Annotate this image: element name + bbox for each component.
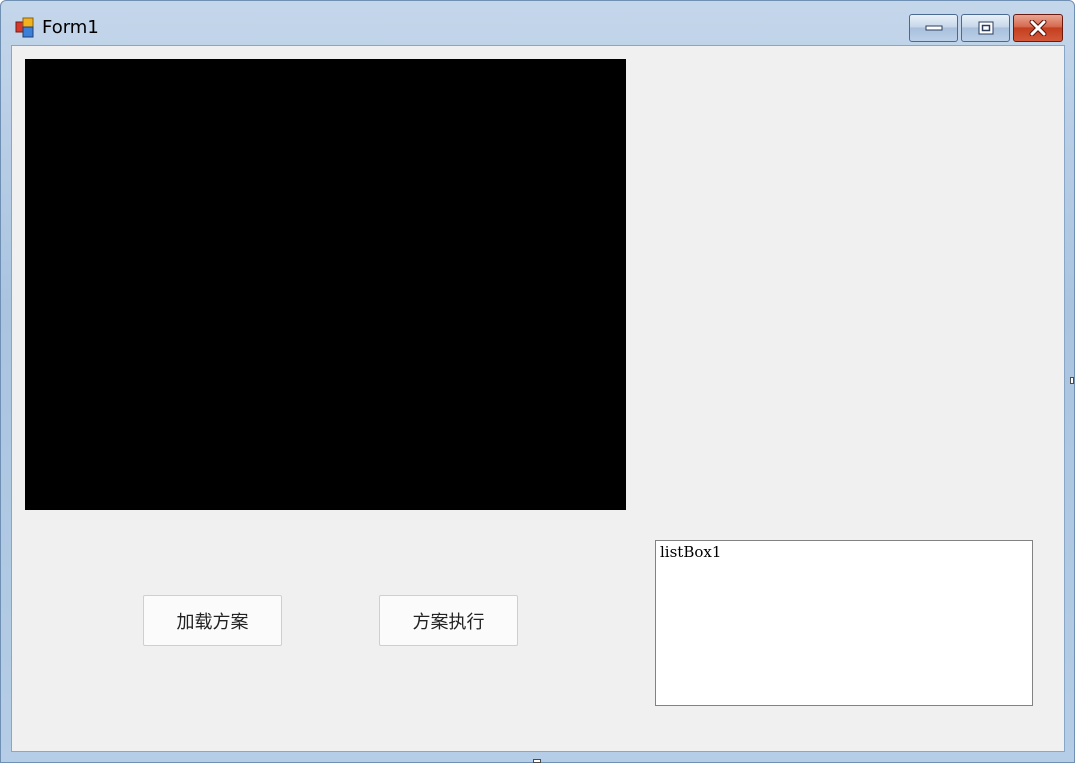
execute-scheme-button[interactable]: 方案执行 [379, 595, 518, 646]
resize-handle-right[interactable] [1070, 377, 1074, 384]
application-window: Form1 加载方案 方案执行 listBox1 [0, 0, 1075, 763]
list-box[interactable]: listBox1 [655, 540, 1033, 706]
minimize-icon [925, 25, 942, 31]
close-button[interactable] [1013, 14, 1063, 42]
window-title: Form1 [42, 17, 99, 38]
title-bar[interactable]: Form1 [1, 1, 1074, 45]
minimize-button[interactable] [909, 14, 958, 42]
list-item[interactable]: listBox1 [660, 543, 721, 561]
maximize-icon [978, 21, 993, 35]
resize-handle-bottom[interactable] [533, 759, 541, 763]
app-icon [15, 17, 34, 38]
picture-box [25, 59, 626, 510]
close-icon [1029, 20, 1047, 36]
load-scheme-button[interactable]: 加载方案 [143, 595, 282, 646]
form-client-area: 加载方案 方案执行 listBox1 [11, 45, 1065, 752]
maximize-button[interactable] [961, 14, 1010, 42]
